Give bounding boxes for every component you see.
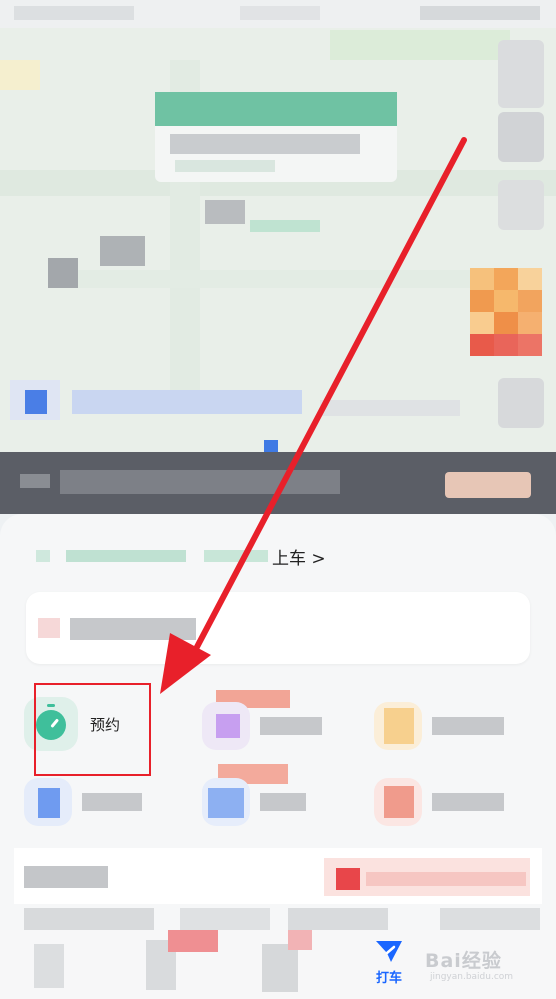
service-icon: [374, 702, 422, 750]
service-label-blurred: [260, 793, 306, 811]
service-item[interactable]: [24, 778, 142, 826]
service-item[interactable]: [374, 778, 504, 826]
pickup-location-blurred: [36, 550, 268, 562]
service-item[interactable]: [374, 702, 504, 750]
destination-card[interactable]: [26, 592, 530, 664]
watermark-brand: Bai经验: [425, 950, 502, 972]
map-side-button[interactable]: [498, 180, 544, 230]
promo-badge[interactable]: [470, 268, 542, 356]
map-side-button[interactable]: [498, 112, 544, 162]
watermark-logo: Bai经验: [425, 946, 502, 973]
service-label-blurred: [260, 717, 322, 735]
service-icon: [24, 778, 72, 826]
map-view[interactable]: [0, 0, 556, 460]
watermark-url: jingyan.baidu.com: [430, 972, 514, 982]
pickup-suffix: 上车 >: [272, 548, 326, 569]
pickup-location-row[interactable]: 上车 >: [36, 544, 326, 569]
tab-item[interactable]: [34, 944, 64, 988]
service-item[interactable]: [202, 702, 322, 750]
service-label-blurred: [432, 717, 504, 735]
ride-hailing-icon: [376, 941, 402, 962]
map-side-button[interactable]: [498, 40, 544, 108]
service-icon: [374, 778, 422, 826]
tab-dache-label: 打车: [375, 971, 402, 986]
service-item[interactable]: [202, 778, 306, 826]
annotation-highlight-box: [34, 683, 151, 776]
tab-dache[interactable]: 打车: [366, 938, 412, 986]
map-side-button[interactable]: [498, 378, 544, 428]
notice-bar[interactable]: [0, 452, 556, 514]
service-label-blurred: [432, 793, 504, 811]
service-icon: [202, 778, 250, 826]
service-label-blurred: [82, 793, 142, 811]
service-icon: [202, 702, 250, 750]
tab-item[interactable]: [262, 944, 298, 992]
